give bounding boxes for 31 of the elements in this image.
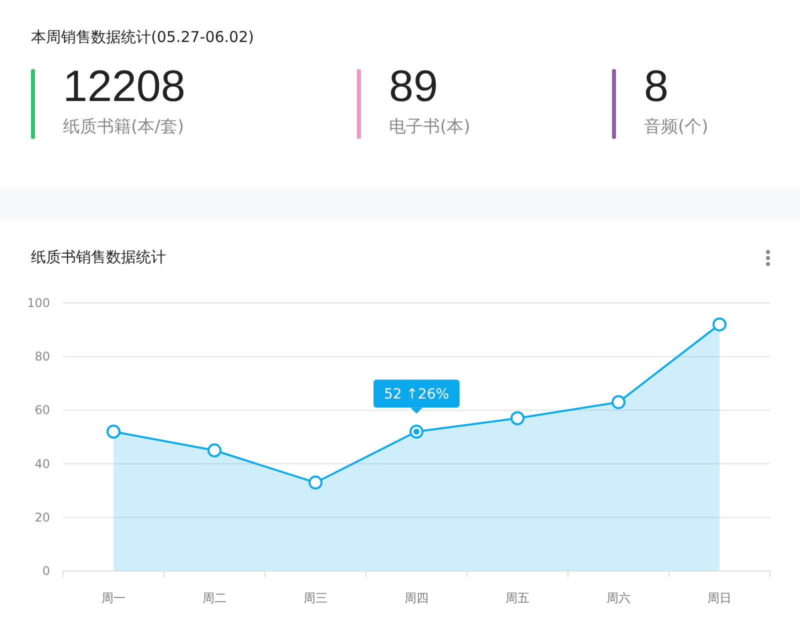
summary-title: 本周销售数据统计(05.27-06.02)	[31, 28, 256, 47]
stat-label: 音频(个)	[644, 116, 708, 138]
y-axis-label: 100	[27, 296, 50, 310]
data-point	[410, 424, 424, 439]
y-axis-label: 80	[34, 350, 50, 364]
x-axis-label: 周三	[304, 591, 328, 605]
y-axis-label: 40	[34, 456, 50, 471]
annotation: 52 ↑26%	[384, 386, 450, 403]
x-axis-label: 周五	[506, 591, 530, 605]
stat-value: 8	[644, 61, 670, 113]
more-menu-icon[interactable]	[765, 248, 771, 266]
data-point	[208, 443, 222, 458]
data-point	[712, 317, 726, 332]
x-axis-label: 周二	[202, 591, 226, 605]
data-point	[106, 424, 120, 439]
x-axis-label: 周四	[404, 591, 428, 605]
y-axis-label: 20	[34, 510, 50, 524]
y-axis-label: 0	[42, 564, 50, 578]
chart-title: 纸质书销售数据统计	[31, 248, 166, 267]
y-axis-label: 60	[34, 403, 50, 418]
stat-label: 纸质书籍(本/套)	[63, 116, 185, 138]
stat-label: 电子书(本)	[389, 116, 470, 138]
stat-value: 89	[389, 61, 439, 113]
data-point	[612, 395, 626, 410]
stat-value: 12208	[63, 61, 186, 113]
tooltip: 52 ↑26%	[374, 380, 460, 414]
data-point	[510, 411, 524, 426]
x-axis-label: 周六	[606, 591, 630, 605]
data-point	[308, 476, 322, 490]
x-axis-label: 周日	[708, 591, 732, 605]
x-axis-label: 周一	[102, 591, 126, 605]
